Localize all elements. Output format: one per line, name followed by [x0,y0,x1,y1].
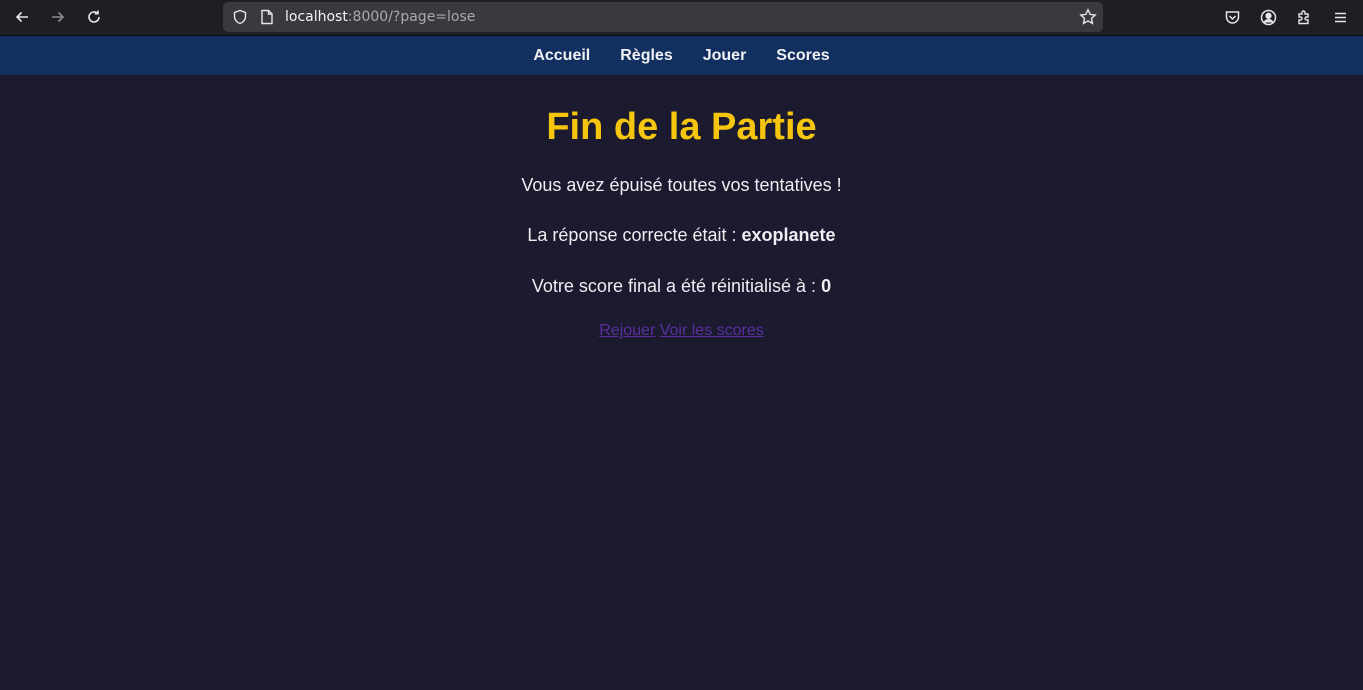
url-bar[interactable]: localhost:8000/?page=lose [223,2,1103,32]
nav-item-regles[interactable]: Règles [620,47,672,65]
star-icon[interactable] [1079,8,1097,26]
view-scores-link[interactable]: Voir les scores [660,322,764,339]
site-nav: Accueil Règles Jouer Scores [0,36,1363,75]
back-arrow-icon[interactable] [10,6,34,28]
answer-label: La réponse correcte était : [527,225,742,245]
url-host: localhost [285,9,348,25]
correct-answer: exoplanete [741,225,836,245]
page-title: Fin de la Partie [546,106,817,148]
forward-arrow-icon[interactable] [46,6,70,28]
nav-item-jouer[interactable]: Jouer [703,47,747,65]
action-links: Rejouer Voir les scores [0,322,1363,340]
score-label: Votre score final a été réinitialisé à : [531,276,822,296]
url-path: :8000/?page=lose [347,9,476,25]
replay-link[interactable]: Rejouer [599,322,655,339]
pocket-icon[interactable] [1221,6,1243,28]
main-content: Fin de la Partie Vous avez épuisé toutes… [0,105,1363,340]
nav-item-accueil[interactable]: Accueil [533,47,590,65]
shield-icon[interactable] [232,9,248,25]
final-score: 0 [821,276,832,296]
browser-toolbar: localhost:8000/?page=lose [0,0,1363,36]
attempts-message: Vous avez épuisé toutes vos tentatives ! [521,175,842,195]
reload-icon[interactable] [82,6,106,28]
page-icon[interactable] [260,9,274,25]
answer-message: La réponse correcte était : exoplanete [0,225,1363,246]
extensions-icon[interactable] [1293,6,1315,28]
nav-item-scores[interactable]: Scores [776,47,829,65]
score-message: Votre score final a été réinitialisé à :… [0,276,1363,297]
account-icon[interactable] [1257,6,1279,28]
menu-icon[interactable] [1329,6,1351,28]
url-text[interactable]: localhost:8000/?page=lose [285,9,475,25]
